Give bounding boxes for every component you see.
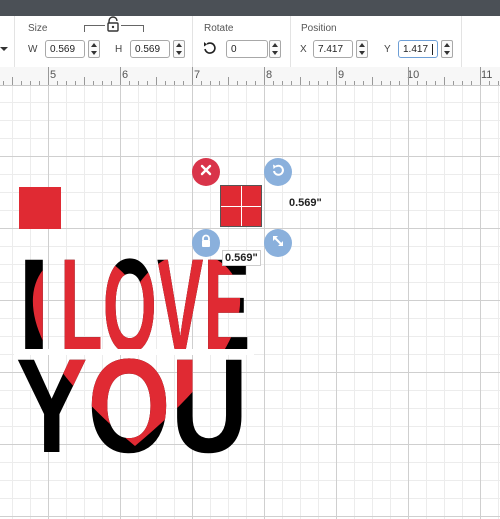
rotate-handle[interactable] [264,158,292,186]
row-gap [14,349,254,355]
rotate-icon [270,162,286,183]
dot-square [19,187,61,229]
resize-handle[interactable] [264,229,292,257]
resize-arrows-icon [271,234,285,253]
lock-icon [199,234,213,253]
selection-width-label: 0.569" [287,196,324,210]
selection-crosshair [221,206,261,207]
delete-handle[interactable] [192,158,220,186]
selected-square[interactable] [220,185,262,227]
close-icon [200,163,212,181]
selection-height-label: 0.569" [222,250,261,266]
lock-handle[interactable] [192,229,220,257]
